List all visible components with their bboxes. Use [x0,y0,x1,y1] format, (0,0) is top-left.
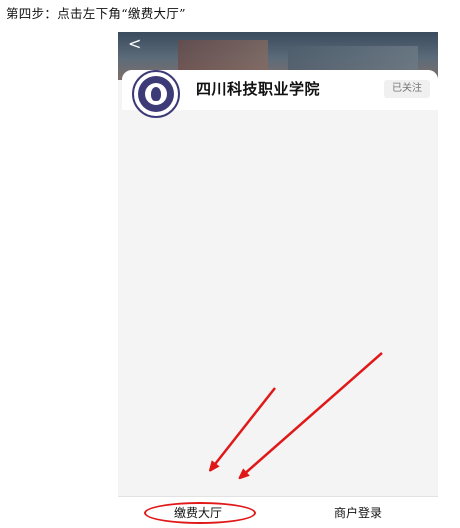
arrow-right [242,352,383,476]
annotation-arrows [0,352,383,528]
